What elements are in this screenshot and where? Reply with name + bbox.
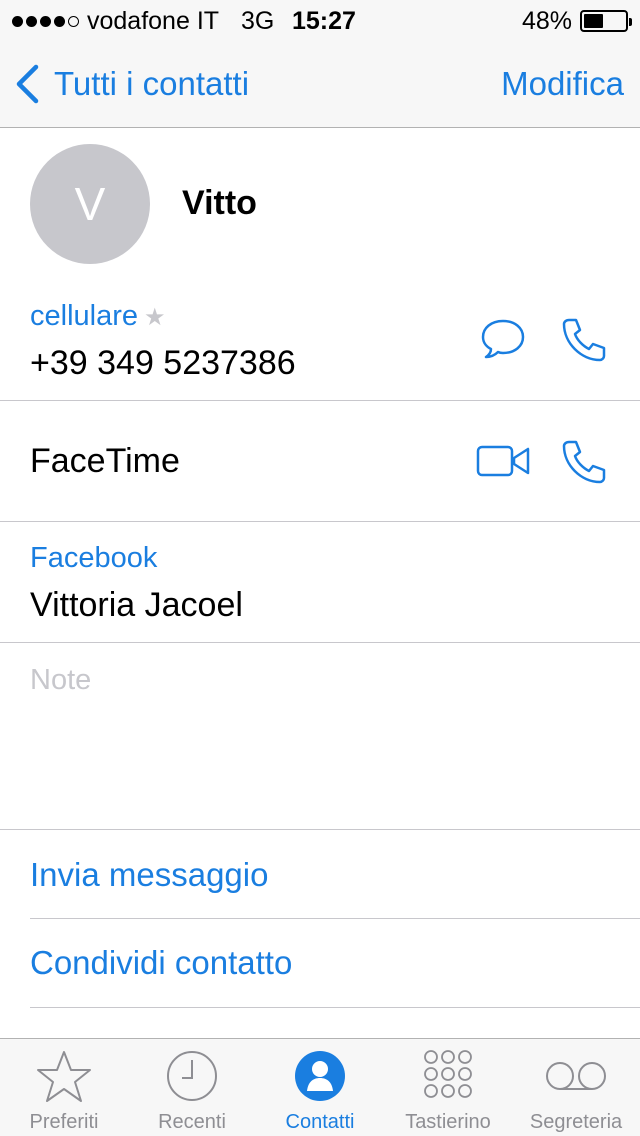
- divider: [0, 400, 640, 401]
- tab-label: Recenti: [158, 1111, 226, 1133]
- status-bar: vodafone IT 3G 15:27 48%: [0, 0, 640, 40]
- facetime-label: FaceTime: [30, 442, 180, 480]
- send-message-button[interactable]: Invia messaggio: [30, 856, 268, 894]
- divider: [0, 642, 640, 643]
- keypad-icon: [424, 1050, 472, 1098]
- divider: [30, 918, 640, 919]
- carrier-name: vodafone IT: [87, 6, 220, 35]
- phone-label: cellulare ★: [30, 300, 166, 333]
- phone-call-icon[interactable]: [560, 316, 608, 364]
- avatar-initial: V: [74, 178, 106, 230]
- divider: [30, 1007, 640, 1008]
- tab-contatti[interactable]: Contatti: [256, 1039, 384, 1136]
- favorite-star-icon: ★: [144, 304, 166, 331]
- video-camera-icon[interactable]: [476, 444, 532, 478]
- network-type: 3G: [241, 6, 275, 35]
- status-right: 48%: [521, 6, 632, 36]
- share-contact-button[interactable]: Condividi contatto: [30, 944, 292, 982]
- facebook-label: Facebook: [30, 542, 158, 574]
- tab-preferiti[interactable]: Preferiti: [0, 1039, 128, 1136]
- tab-label: Contatti: [285, 1111, 355, 1133]
- edit-button[interactable]: Modifica: [501, 60, 624, 108]
- phone-label-text: cellulare: [30, 300, 138, 332]
- divider: [0, 521, 640, 522]
- facetime-audio-icon[interactable]: [560, 438, 608, 486]
- navigation-bar: Tutti i contatti Modifica: [0, 40, 640, 128]
- tab-segreteria[interactable]: Segreteria: [512, 1039, 640, 1136]
- back-button-label: Tutti i contatti: [54, 65, 250, 102]
- facebook-value[interactable]: Vittoria Jacoel: [30, 586, 243, 625]
- divider: [0, 829, 640, 830]
- tab-label: Segreteria: [529, 1111, 623, 1133]
- star-icon: [37, 1051, 91, 1102]
- status-time: 15:27: [292, 7, 356, 35]
- tab-bar: Preferiti Recenti Contatti Tastierino Se…: [0, 1038, 640, 1136]
- tab-label: Preferiti: [29, 1111, 99, 1133]
- message-icon[interactable]: [480, 318, 526, 360]
- notes-field[interactable]: Note: [30, 664, 91, 697]
- status-left: vodafone IT 3G: [12, 6, 274, 36]
- battery-icon: [580, 10, 632, 32]
- contacts-icon: [295, 1051, 345, 1101]
- chevron-left-icon: [16, 64, 39, 104]
- tab-tastierino[interactable]: Tastierino: [384, 1039, 512, 1136]
- tab-label: Tastierino: [405, 1111, 491, 1133]
- battery-percentage: 48%: [521, 6, 572, 35]
- signal-strength-icon: [12, 15, 79, 27]
- battery-fill: [584, 14, 604, 28]
- tab-recenti[interactable]: Recenti: [128, 1039, 256, 1136]
- avatar[interactable]: V: [30, 144, 150, 264]
- phone-number[interactable]: +39 349 5237386: [30, 344, 296, 383]
- voicemail-icon: [546, 1062, 606, 1090]
- contact-name: Vitto: [182, 184, 257, 222]
- back-button[interactable]: Tutti i contatti: [14, 60, 249, 108]
- clock-icon: [167, 1051, 217, 1101]
